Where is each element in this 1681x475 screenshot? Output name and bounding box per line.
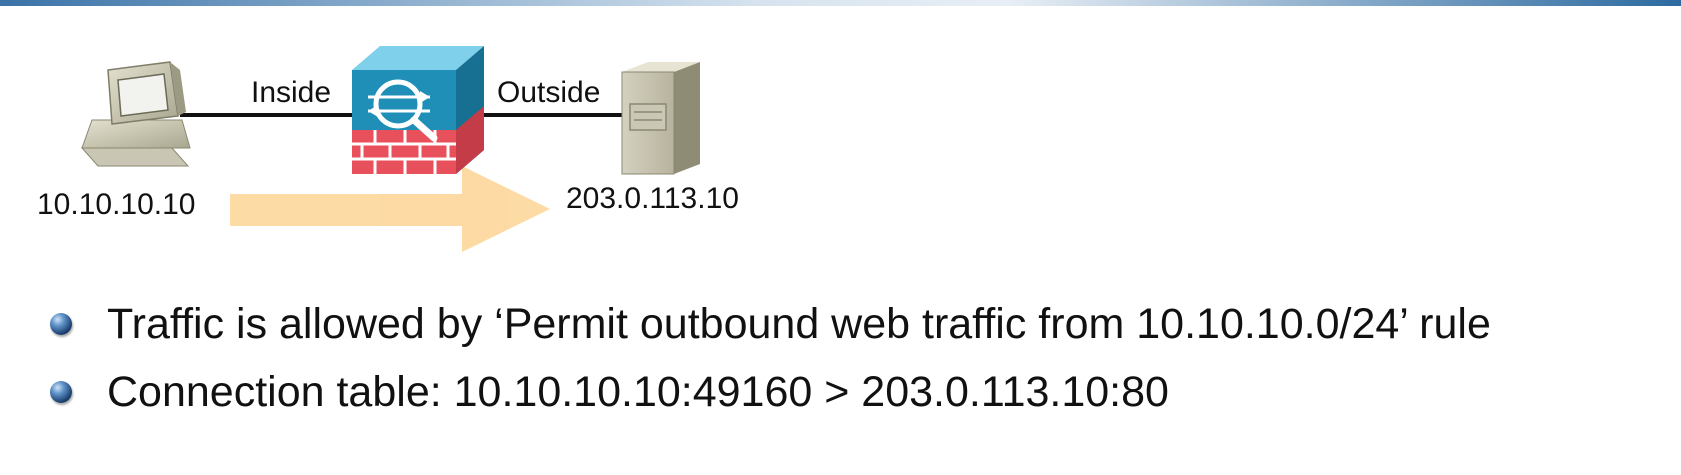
server-icon [621,62,700,175]
bullet-item: Connection table: 10.10.10.10:49160 > 20… [50,358,1491,426]
bullet-text: Traffic is allowed by ‘Permit outbound w… [107,299,1491,348]
diagram-canvas [80,46,700,252]
client-ip-label: 10.10.10.10 [37,188,196,221]
firewall-icon [352,46,484,174]
network-diagram: Inside Outside 10.10.10.10 203.0.113.10 [0,0,1681,270]
bullet-item: Traffic is allowed by ‘Permit outbound w… [50,290,1491,358]
server-ip-label: 203.0.113.10 [566,182,739,215]
bullet-text: Connection table: 10.10.10.10:49160 > 20… [107,367,1169,416]
desktop-computer-icon [80,61,191,167]
outside-label: Outside [497,76,601,109]
bullet-icon [50,313,72,335]
inside-label: Inside [251,76,332,109]
bullet-icon [50,381,72,403]
traffic-arrow-icon [230,166,550,252]
bullet-list: Traffic is allowed by ‘Permit outbound w… [50,290,1491,426]
